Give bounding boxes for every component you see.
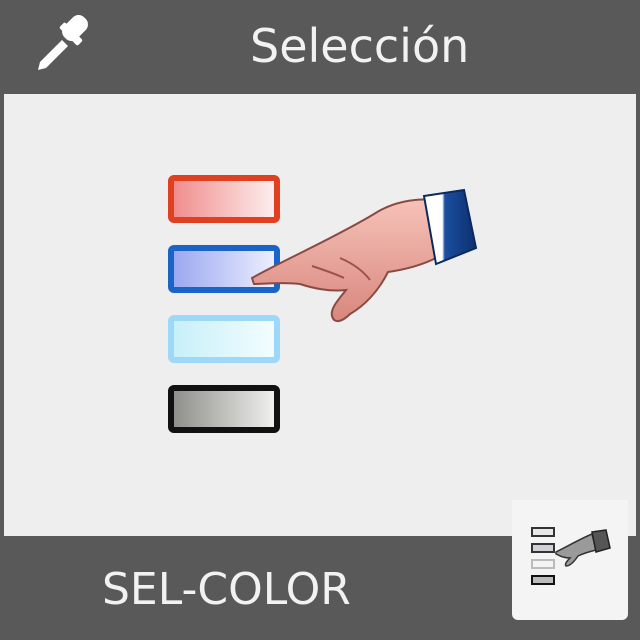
tile-canvas	[4, 94, 636, 536]
badge-tile	[512, 500, 628, 620]
swatch-red	[168, 175, 280, 223]
swatch-cyan	[168, 315, 280, 363]
color-selection-pointing-hand-icon	[168, 175, 478, 433]
app-tile[interactable]: Selección SEL-COLOR	[0, 0, 640, 640]
tile-header: Selección	[0, 0, 640, 92]
tile-title: Selección	[250, 19, 470, 73]
color-selection-mini-icon	[531, 527, 611, 585]
tile-label: SEL-COLOR	[102, 564, 351, 615]
eyedropper-icon	[38, 15, 88, 70]
swatch-black	[168, 385, 280, 433]
pointing-hand	[250, 188, 478, 322]
